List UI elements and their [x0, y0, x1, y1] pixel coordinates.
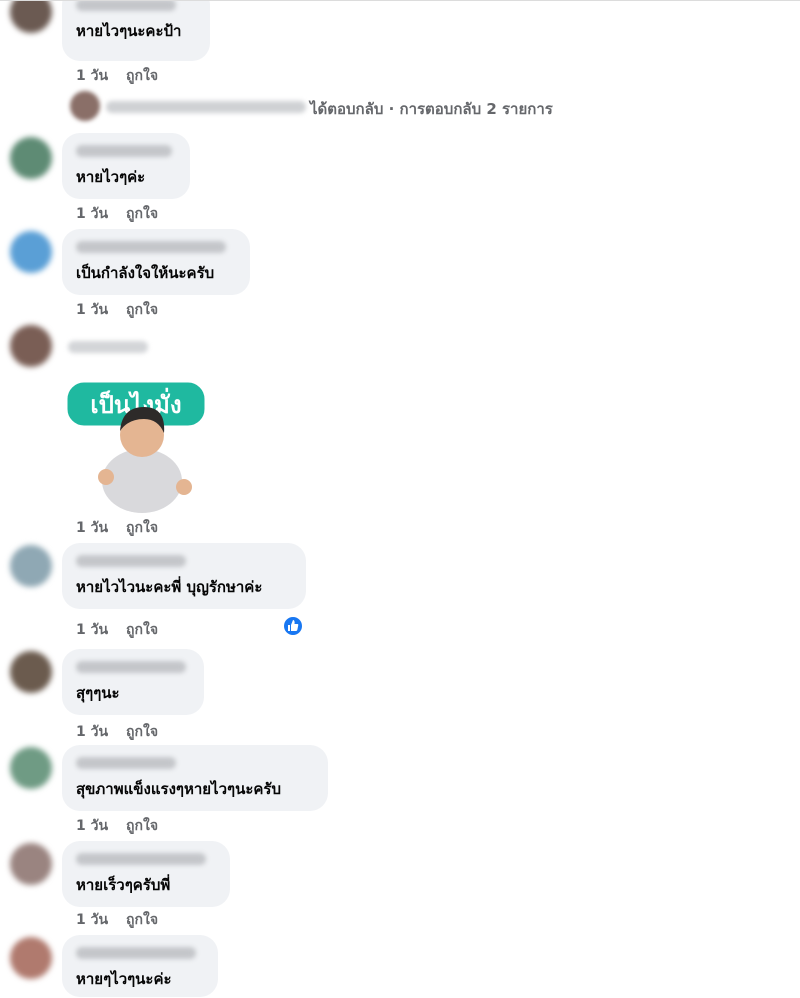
comment-meta: 1 วัน ถูกใจ [76, 619, 158, 641]
like-button[interactable]: ถูกใจ [126, 520, 158, 536]
commenter-avatar[interactable] [10, 325, 52, 367]
comment-meta: 1 วัน ถูกใจ [76, 299, 158, 321]
reply-author-name [106, 101, 306, 113]
commenter-name[interactable] [76, 661, 186, 673]
like-button[interactable]: ถูกใจ [126, 302, 158, 318]
like-button[interactable]: ถูกใจ [126, 724, 158, 740]
commenter-avatar[interactable] [10, 137, 52, 179]
replies-link[interactable]: ได้ตอบกลับ · การตอบกลับ 2 รายการ [70, 91, 570, 121]
commenter-avatar[interactable] [10, 231, 52, 273]
comment-text: หายไวไวนะคะพี่ บุญรักษาค่ะ [76, 578, 263, 596]
commenter-name[interactable] [76, 1, 176, 11]
comment-bubble: หายๆไวๆนะค่ะ [62, 935, 218, 997]
commenter-name[interactable] [68, 341, 148, 353]
reply-avatar [70, 91, 100, 121]
commenter-avatar[interactable] [10, 937, 52, 979]
comment-meta: 1 วัน ถูกใจ [76, 65, 158, 87]
commenter-name[interactable] [76, 947, 196, 959]
comment-text: เป็นกำลังใจให้นะครับ [76, 264, 215, 282]
sticker-svg: เป็นไงมั่ง [64, 379, 208, 513]
comment-meta: 1 วัน ถูกใจ [76, 517, 158, 539]
comment-time[interactable]: 1 วัน [76, 68, 108, 84]
commenter-name[interactable] [76, 853, 206, 865]
comment-text: หายไวๆค่ะ [76, 168, 146, 186]
comment-time[interactable]: 1 วัน [76, 818, 108, 834]
comment-bubble: หายไวๆค่ะ [62, 133, 190, 199]
like-reaction-badge[interactable] [282, 615, 304, 637]
commenter-name[interactable] [76, 757, 176, 769]
sticker-image: เป็นไงมั่ง [62, 361, 212, 516]
like-button[interactable]: ถูกใจ [126, 912, 158, 928]
commenter-avatar[interactable] [10, 843, 52, 885]
commenter-avatar[interactable] [10, 1, 52, 33]
reply-summary-text[interactable]: ได้ตอบกลับ · การตอบกลับ 2 รายการ [310, 97, 553, 121]
comment-meta: 1 วัน ถูกใจ [76, 909, 158, 931]
comment-time[interactable]: 1 วัน [76, 622, 108, 638]
comment-meta: 1 วัน ถูกใจ [76, 815, 158, 837]
comment-bubble: หายไวๆนะคะป้า [62, 1, 210, 61]
comment-text: หายไวๆนะคะป้า [76, 22, 182, 40]
like-button[interactable]: ถูกใจ [126, 206, 158, 222]
comment-time[interactable]: 1 วัน [76, 520, 108, 536]
comment-meta: 1 วัน ถูกใจ [76, 721, 158, 743]
comment-bubble: หายไวไวนะคะพี่ บุญรักษาค่ะ [62, 543, 306, 609]
comment-time[interactable]: 1 วัน [76, 912, 108, 928]
like-button[interactable]: ถูกใจ [126, 622, 158, 638]
comment-meta: 1 วัน ถูกใจ [76, 203, 158, 225]
comment-text: สุขภาพแข็งแรงๆหายไวๆนะครับ [76, 780, 282, 798]
commenter-name[interactable] [76, 241, 226, 253]
commenter-name[interactable] [76, 145, 172, 157]
comment-time[interactable]: 1 วัน [76, 724, 108, 740]
comment-time[interactable]: 1 วัน [76, 206, 108, 222]
thumbs-up-icon [288, 620, 299, 631]
comment-text: สุๆๆนะ [76, 684, 120, 702]
comment-text: หายเร็วๆครับพี่ [76, 876, 171, 894]
comment-text: หายๆไวๆนะค่ะ [76, 970, 172, 988]
comment-bubble: สุๆๆนะ [62, 649, 204, 715]
comment-time[interactable]: 1 วัน [76, 302, 108, 318]
like-button[interactable]: ถูกใจ [126, 68, 158, 84]
commenter-avatar[interactable] [10, 545, 52, 587]
commenter-avatar[interactable] [10, 651, 52, 693]
comment-bubble: เป็นกำลังใจให้นะครับ [62, 229, 250, 295]
commenter-name[interactable] [76, 555, 186, 567]
commenter-avatar[interactable] [10, 747, 52, 789]
comment-thread: หายไวๆนะคะป้า 1 วัน ถูกใจ ได้ตอบกลับ · กา… [0, 0, 800, 998]
comment-bubble: หายเร็วๆครับพี่ [62, 841, 230, 907]
comment-bubble: สุขภาพแข็งแรงๆหายไวๆนะครับ [62, 745, 328, 811]
like-button[interactable]: ถูกใจ [126, 818, 158, 834]
